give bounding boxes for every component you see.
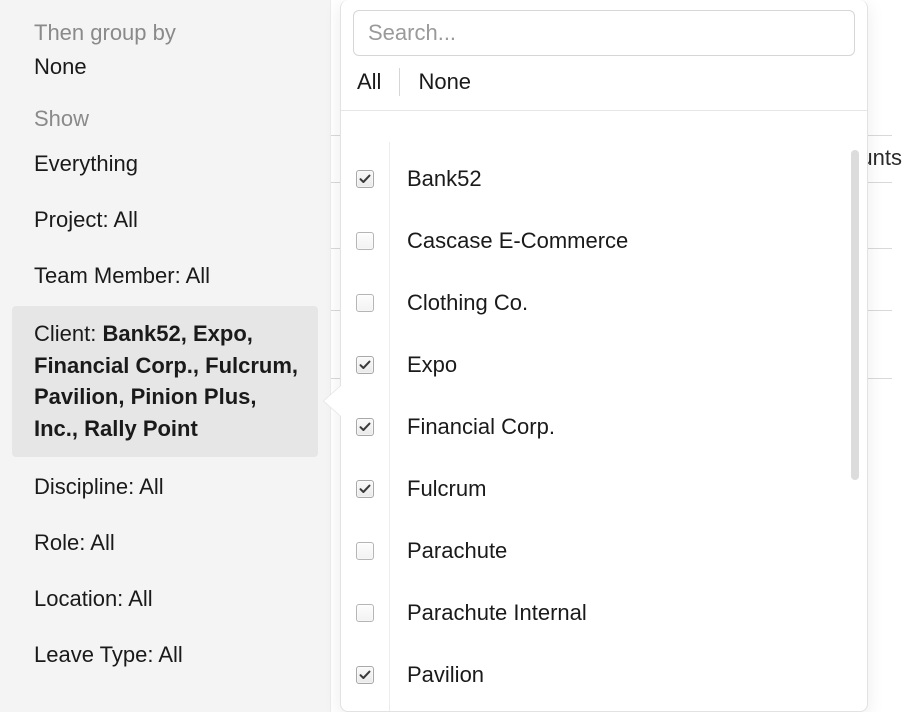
client-option-label: Financial Corp. bbox=[389, 414, 555, 440]
check-icon bbox=[359, 421, 371, 433]
check-icon bbox=[359, 483, 371, 495]
show-filter-item-value: All bbox=[128, 586, 152, 611]
checkbox-cell bbox=[341, 356, 389, 374]
filter-sidebar: Then group by None Show Everything Projec… bbox=[0, 0, 330, 712]
client-filter-popover: All None Bank52 Cascase E-Commerce Clothin… bbox=[340, 0, 868, 712]
select-none-link[interactable]: None bbox=[400, 69, 489, 95]
checkbox[interactable] bbox=[356, 542, 374, 560]
checkbox-cell bbox=[341, 418, 389, 436]
show-filter-item-label: Client: bbox=[34, 321, 102, 346]
checkbox-cell bbox=[341, 170, 389, 188]
checkbox[interactable] bbox=[356, 356, 374, 374]
checkbox-cell bbox=[341, 542, 389, 560]
show-filter-item[interactable]: Team Member: All bbox=[0, 248, 330, 304]
show-filter-item-label: Location: bbox=[34, 586, 128, 611]
select-all-link[interactable]: All bbox=[357, 69, 399, 95]
show-section-label: Show bbox=[0, 102, 330, 136]
show-filter-item-value: All bbox=[113, 207, 137, 232]
checkbox[interactable] bbox=[356, 170, 374, 188]
check-icon bbox=[359, 359, 371, 371]
client-option-label: Parachute Internal bbox=[389, 600, 587, 626]
show-filter-item[interactable]: Discipline: All bbox=[0, 459, 330, 515]
client-option-row[interactable]: Clothing Co. bbox=[341, 272, 867, 334]
checkbox[interactable] bbox=[356, 232, 374, 250]
check-icon bbox=[359, 669, 371, 681]
client-option-label: Pavilion bbox=[389, 662, 484, 688]
show-filter-item-label: Role: bbox=[34, 530, 90, 555]
check-icon bbox=[359, 173, 371, 185]
show-filter-item[interactable]: Leave Type: All bbox=[0, 627, 330, 683]
client-option-label: Cascase E-Commerce bbox=[389, 228, 628, 254]
client-option-label: Clothing Co. bbox=[389, 290, 528, 316]
show-filter-item[interactable]: Location: All bbox=[0, 571, 330, 627]
checkbox[interactable] bbox=[356, 666, 374, 684]
show-filter-item-value: All bbox=[158, 642, 182, 667]
checkbox-cell bbox=[341, 604, 389, 622]
show-filter-list: EverythingProject: AllTeam Member: AllCl… bbox=[0, 136, 330, 683]
show-filter-item-value: All bbox=[139, 474, 163, 499]
show-filter-item-value: All bbox=[186, 263, 210, 288]
client-option-row[interactable]: Fulcrum bbox=[341, 458, 867, 520]
client-option-label: Bank52 bbox=[389, 166, 482, 192]
popover-arrow-icon bbox=[324, 385, 342, 417]
show-filter-item-value: All bbox=[90, 530, 114, 555]
show-filter-item-label: Project: bbox=[34, 207, 113, 232]
client-option-row[interactable]: Cascase E-Commerce bbox=[341, 210, 867, 272]
checkbox[interactable] bbox=[356, 480, 374, 498]
checkbox-cell bbox=[341, 666, 389, 684]
checkbox[interactable] bbox=[356, 418, 374, 436]
scrollbar-thumb[interactable] bbox=[851, 150, 859, 480]
show-filter-item[interactable]: Client: Bank52, Expo, Financial Corp., F… bbox=[12, 306, 318, 458]
client-option-row[interactable]: Bank52 bbox=[341, 148, 867, 210]
search-wrap bbox=[341, 0, 867, 68]
client-option-row[interactable]: Financial Corp. bbox=[341, 396, 867, 458]
checkbox[interactable] bbox=[356, 294, 374, 312]
client-option-row[interactable]: Pavilion bbox=[341, 644, 867, 706]
checkbox-cell bbox=[341, 294, 389, 312]
client-option-label: Expo bbox=[389, 352, 457, 378]
then-group-by-label: Then group by bbox=[0, 16, 330, 50]
show-filter-item-label: Discipline: bbox=[34, 474, 139, 499]
show-filter-item-label: Leave Type: bbox=[34, 642, 158, 667]
search-input[interactable] bbox=[353, 10, 855, 56]
client-option-label: Parachute bbox=[389, 538, 507, 564]
select-all-none-bar: All None bbox=[341, 68, 867, 111]
checkbox-cell bbox=[341, 480, 389, 498]
show-filter-item-value: Everything bbox=[34, 151, 138, 176]
client-option-label: Fulcrum bbox=[389, 476, 486, 502]
client-option-row[interactable]: Parachute bbox=[341, 520, 867, 582]
client-option-row[interactable]: Pinion Plus, Inc. bbox=[341, 706, 867, 711]
show-filter-item[interactable]: Project: All bbox=[0, 192, 330, 248]
client-option-row[interactable]: Expo bbox=[341, 334, 867, 396]
client-option-list: Bank52 Cascase E-Commerce Clothing Co. Expo… bbox=[341, 142, 867, 711]
client-option-row[interactable]: Parachute Internal bbox=[341, 582, 867, 644]
checkbox[interactable] bbox=[356, 604, 374, 622]
show-filter-item[interactable]: Everything bbox=[0, 136, 330, 192]
checkbox-cell bbox=[341, 232, 389, 250]
show-filter-item[interactable]: Role: All bbox=[0, 515, 330, 571]
show-filter-item-label: Team Member: bbox=[34, 263, 186, 288]
then-group-by-value[interactable]: None bbox=[0, 50, 330, 102]
